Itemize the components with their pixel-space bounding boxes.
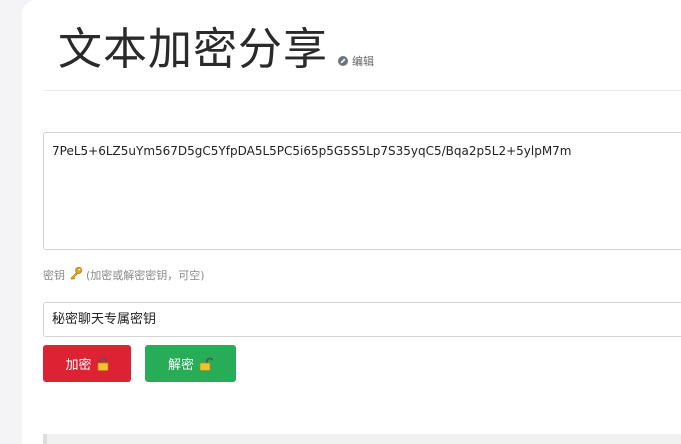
page-title: 文本加密分享 xyxy=(58,24,328,75)
header-divider xyxy=(43,90,681,91)
key-icon xyxy=(69,266,83,283)
pencil-circle-icon xyxy=(338,56,348,66)
decrypt-label: 解密 xyxy=(167,358,194,373)
lock-open-icon xyxy=(199,357,213,371)
key-label-row: 密钥 (加密或解密密钥，可空) xyxy=(43,266,205,283)
lock-closed-icon xyxy=(97,356,109,371)
encrypt-button[interactable]: 加密 xyxy=(43,345,131,382)
key-input[interactable]: 秘密聊天专属密钥 xyxy=(43,302,681,337)
main-card: 文本加密分享 编辑 7PeL5+6LZ5uYm567D5gC5YfpDA5L5P… xyxy=(22,0,681,444)
edit-link[interactable]: 编辑 xyxy=(338,53,374,69)
cipher-textarea[interactable]: 7PeL5+6LZ5uYm567D5gC5YfpDA5L5PC5i65p5G5S… xyxy=(43,132,681,250)
decrypt-button[interactable]: 解密 xyxy=(145,345,236,382)
result-box xyxy=(43,434,681,444)
title-row: 文本加密分享 编辑 xyxy=(58,22,374,78)
key-hint: (加密或解密密钥，可空) xyxy=(86,268,205,282)
key-label: 密钥 xyxy=(43,268,65,282)
encrypt-label: 加密 xyxy=(65,358,92,373)
edit-label: 编辑 xyxy=(352,55,374,68)
